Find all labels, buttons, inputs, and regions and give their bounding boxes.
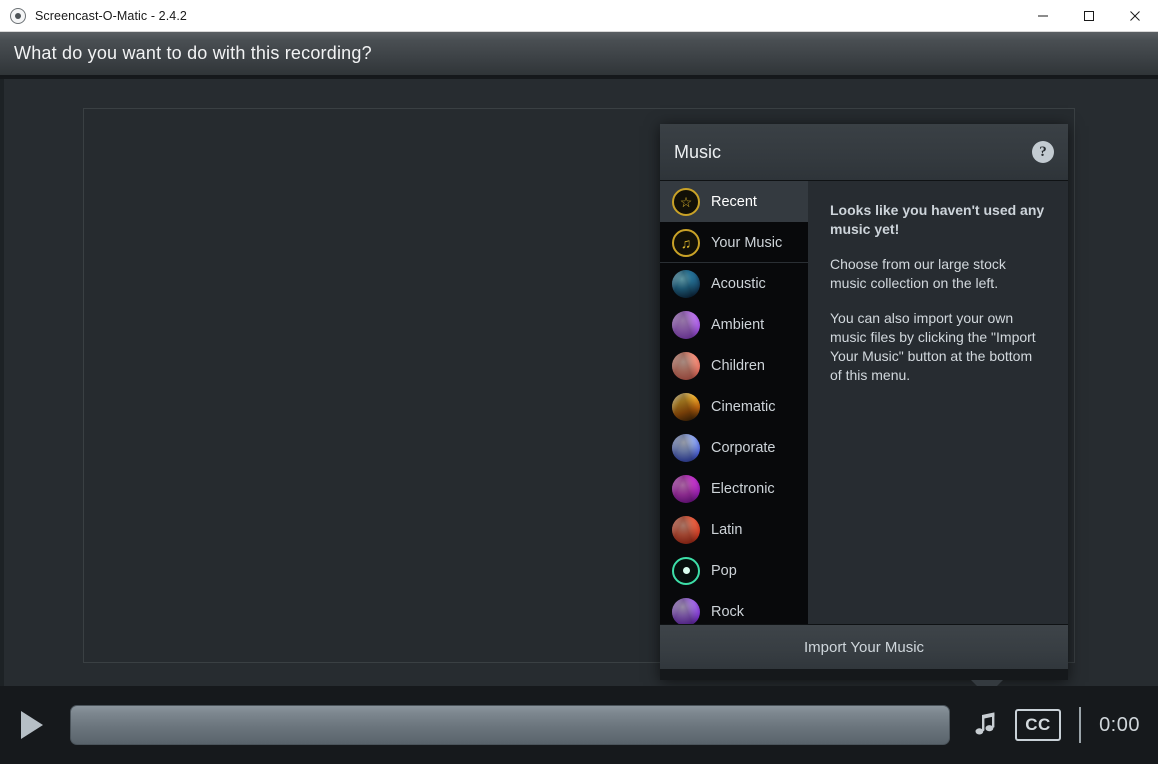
category-label: Corporate <box>711 439 776 456</box>
category-label: Latin <box>711 521 743 538</box>
category-item-latin[interactable]: Latin <box>660 509 808 550</box>
window-title: Screencast-O-Matic - 2.4.2 <box>35 8 187 23</box>
maximize-button[interactable] <box>1066 0 1112 32</box>
app-window: Screencast-O-Matic - 2.4.2 What do you w… <box>0 0 1158 764</box>
note-ring-icon: ♫ <box>672 228 700 257</box>
acoustic-thumb-icon <box>672 269 700 298</box>
timeline-scrubber[interactable] <box>70 705 950 745</box>
category-label: Electronic <box>711 480 775 497</box>
minimize-button[interactable] <box>1020 0 1066 32</box>
toolbar-divider <box>1079 707 1082 743</box>
category-label: Cinematic <box>711 398 776 415</box>
electronic-thumb-icon <box>672 474 700 503</box>
close-button[interactable] <box>1112 0 1158 32</box>
category-item-rock[interactable]: Rock <box>660 591 808 624</box>
empty-state-paragraph-1: Choose from our large stock music collec… <box>830 256 1006 291</box>
playback-bar: CC 0:00 <box>0 686 1158 764</box>
prompt-bar: What do you want to do with this recordi… <box>0 32 1158 77</box>
window-controls <box>1020 0 1158 32</box>
category-label: Acoustic <box>711 275 766 292</box>
category-item-acoustic[interactable]: Acoustic <box>660 263 808 304</box>
playback-tools: CC 0:00 <box>961 686 1158 764</box>
category-label: Pop <box>711 562 737 579</box>
category-item-cinematic[interactable]: Cinematic <box>660 386 808 427</box>
empty-state-paragraph-2: You can also import your own music files… <box>830 310 1036 383</box>
empty-state-heading: Looks like you haven't used any music ye… <box>830 202 1045 237</box>
children-thumb-icon <box>672 351 700 380</box>
category-item-pop[interactable]: Pop <box>660 550 808 591</box>
play-button[interactable] <box>0 686 56 764</box>
category-item-corporate[interactable]: Corporate <box>660 427 808 468</box>
corporate-thumb-icon <box>672 433 700 462</box>
music-popup: Music ? ☆ Recent ♫ Your Music Acoustic A… <box>660 124 1068 696</box>
music-empty-state: Looks like you haven't used any music ye… <box>808 181 1068 624</box>
prompt-text: What do you want to do with this recordi… <box>14 43 372 63</box>
record-dot-icon <box>10 7 26 24</box>
star-ring-icon: ☆ <box>672 187 700 216</box>
category-item-ambient[interactable]: Ambient <box>660 304 808 345</box>
time-display: 0:00 <box>1099 713 1140 736</box>
category-item-your-music[interactable]: ♫ Your Music <box>660 222 808 263</box>
import-your-music-button[interactable]: Import Your Music <box>660 624 1068 669</box>
closed-captions-button[interactable]: CC <box>1015 709 1062 741</box>
music-popup-title: Music <box>674 141 722 162</box>
music-category-list[interactable]: ☆ Recent ♫ Your Music Acoustic Ambient C… <box>660 181 808 624</box>
category-item-recent[interactable]: ☆ Recent <box>660 181 808 222</box>
help-icon[interactable]: ? <box>1032 141 1054 163</box>
play-icon <box>21 711 43 739</box>
music-note-icon[interactable] <box>961 701 1009 749</box>
category-label: Rock <box>711 603 745 620</box>
music-popup-header: Music ? <box>660 124 1068 181</box>
category-label: Your Music <box>711 234 783 251</box>
stage-left-edge <box>0 79 4 686</box>
rock-thumb-icon <box>672 597 700 624</box>
ambient-thumb-icon <box>672 310 700 339</box>
category-label: Recent <box>711 193 757 210</box>
cinematic-thumb-icon <box>672 392 700 421</box>
category-label: Children <box>711 357 765 374</box>
pop-thumb-icon <box>672 556 700 585</box>
latin-thumb-icon <box>672 515 700 544</box>
category-label: Ambient <box>711 316 765 333</box>
music-popup-body: ☆ Recent ♫ Your Music Acoustic Ambient C… <box>660 181 1068 624</box>
title-bar: Screencast-O-Matic - 2.4.2 <box>0 0 1158 32</box>
category-item-children[interactable]: Children <box>660 345 808 386</box>
category-item-electronic[interactable]: Electronic <box>660 468 808 509</box>
